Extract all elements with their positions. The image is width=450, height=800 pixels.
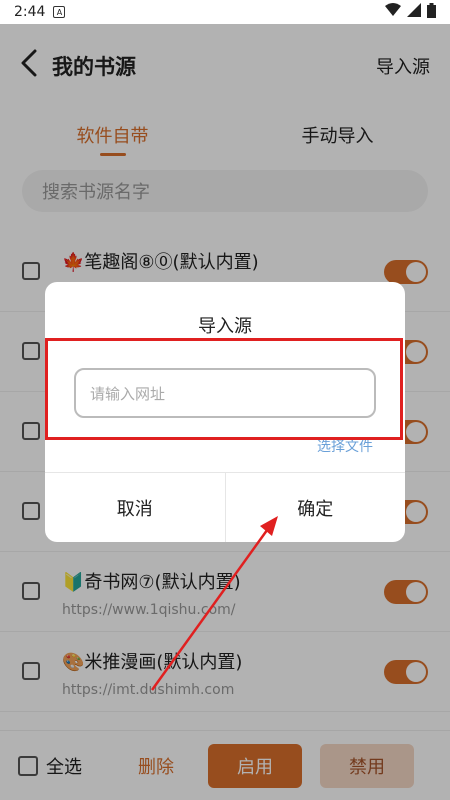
annotation-highlight-box (45, 338, 403, 440)
signal-icon (407, 3, 421, 21)
cancel-button[interactable]: 取消 (45, 473, 225, 542)
wifi-icon (385, 3, 401, 21)
notification-icon: A (53, 6, 66, 18)
confirm-button[interactable]: 确定 (224, 473, 406, 542)
dialog-title: 导入源 (198, 316, 252, 337)
status-bar: 2:44 A (0, 0, 450, 24)
status-time: 2:44 (14, 4, 46, 20)
battery-icon (427, 2, 436, 22)
dialog-actions: 取消 确定 (45, 472, 405, 542)
